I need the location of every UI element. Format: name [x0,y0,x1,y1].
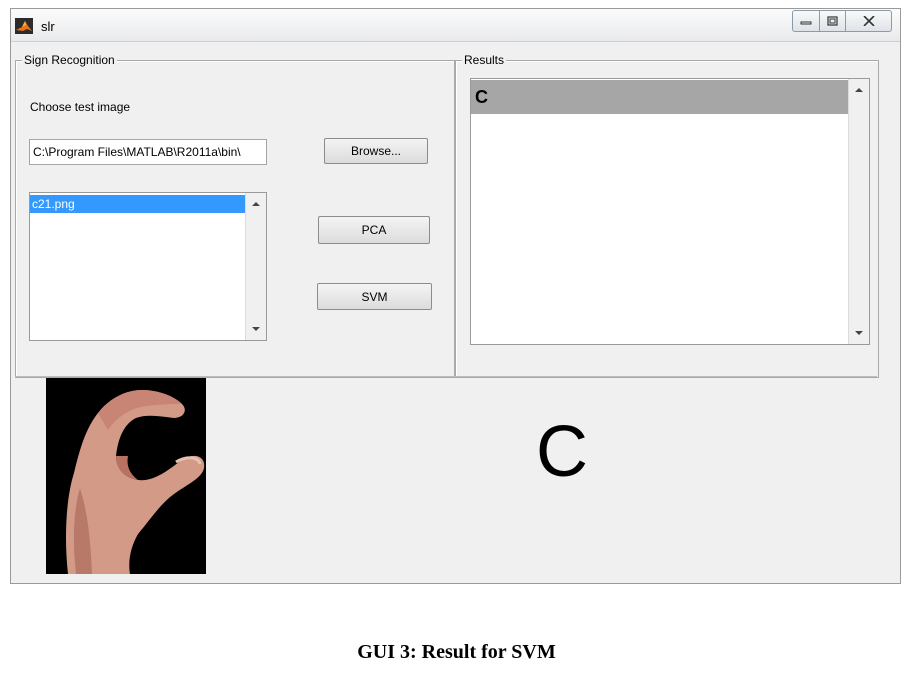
window-controls [792,10,892,32]
browse-button[interactable]: Browse... [324,138,428,164]
path-field[interactable]: C:\Program Files\MATLAB\R2011a\bin\ [29,139,267,165]
scroll-down-arrow-icon[interactable] [252,327,260,331]
title-bar[interactable]: slr [11,9,900,42]
maximize-button[interactable] [820,10,846,32]
pca-button[interactable]: PCA [318,216,430,244]
close-icon [862,16,875,26]
minimize-button[interactable] [792,10,820,32]
window-title: slr [41,19,55,34]
results-listbox[interactable]: C [470,78,870,345]
matlab-logo-icon [15,18,33,34]
scroll-up-arrow-icon[interactable] [855,88,863,92]
svm-button[interactable]: SVM [317,283,432,310]
results-title: Results [462,53,507,67]
list-item[interactable]: C [471,80,848,114]
minimize-icon [800,21,812,25]
file-listbox[interactable]: c21.png [29,192,267,341]
lower-panel-divider [15,376,877,377]
hand-sign-illustration [46,378,206,574]
close-button[interactable] [846,10,892,32]
file-list-scrollbar[interactable] [245,193,266,340]
results-scrollbar[interactable] [848,79,869,344]
scroll-down-arrow-icon[interactable] [855,331,863,335]
scroll-up-arrow-icon[interactable] [252,202,260,206]
list-item[interactable]: c21.png [30,195,246,213]
choose-test-image-label: Choose test image [30,100,131,114]
sign-recognition-title: Sign Recognition [22,53,117,67]
figure-caption: GUI 3: Result for SVM [357,641,556,663]
hand-sign-image [46,378,206,574]
maximize-icon [826,16,838,26]
result-letter: C [536,412,588,492]
